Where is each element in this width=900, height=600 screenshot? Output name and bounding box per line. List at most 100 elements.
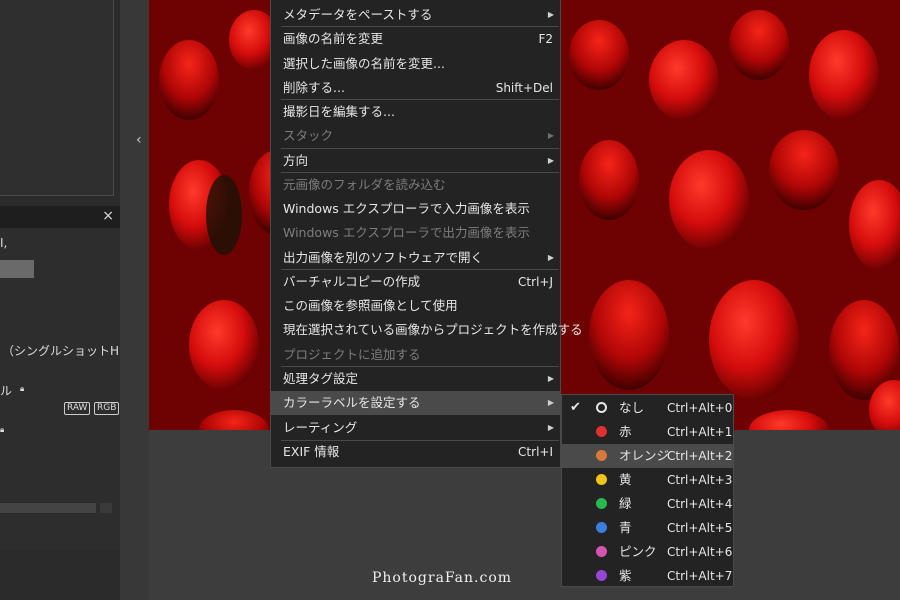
color-dot-icon: [596, 402, 607, 413]
submenu-arrow-icon: ▶: [547, 253, 554, 262]
tulip-shape: [709, 280, 799, 400]
color-label-item-4[interactable]: 緑 Ctrl+Alt+4: [562, 492, 733, 516]
horizontal-scrollbar[interactable]: [0, 503, 96, 513]
menu-item-label: 現在選択されている画像からプロジェクトを作成する: [283, 322, 583, 337]
menu-item-17[interactable]: レーティング ▶: [271, 416, 560, 440]
color-label-shortcut: Ctrl+Alt+3: [667, 473, 733, 487]
menu-item-shortcut: Ctrl+J: [518, 275, 553, 289]
lock-icon: 🔒︎: [20, 384, 25, 393]
scroll-right-button[interactable]: [100, 503, 112, 513]
panel-divider: [120, 0, 149, 600]
menu-item-10[interactable]: 出力画像を別のソフトウェアで開く ▶: [271, 246, 560, 270]
menu-item-12[interactable]: この画像を参照画像として使用: [271, 294, 560, 318]
menu-item-label: 選択した画像の名前を変更...: [283, 56, 445, 71]
color-label-item-5[interactable]: 青 Ctrl+Alt+5: [562, 516, 733, 540]
tulip-shape: [809, 30, 879, 120]
left-panel-label: ル: [0, 384, 13, 398]
color-label-shortcut: Ctrl+Alt+6: [667, 545, 733, 559]
color-label-shortcut: Ctrl+Alt+5: [667, 521, 733, 535]
tulip-shape: [729, 10, 789, 80]
checkmark-icon: ✔: [570, 400, 581, 415]
menu-item-label: 方向: [283, 153, 309, 168]
color-label-item-0[interactable]: ✔ なし Ctrl+Alt+0: [562, 396, 733, 420]
tulip-shadow: [206, 175, 242, 255]
tulip-shape: [769, 130, 839, 210]
menu-item-2[interactable]: 選択した画像の名前を変更...: [271, 52, 560, 76]
menu-item-label: プロジェクトに追加する: [283, 347, 421, 362]
rgb-tag: RGB: [94, 402, 120, 415]
menu-item-15[interactable]: 処理タグ設定 ▶: [271, 367, 560, 391]
menu-item-label: カラーラベルを設定する: [283, 395, 421, 410]
color-dot-icon: [596, 522, 607, 533]
tulip-shape: [649, 40, 719, 120]
color-label-shortcut: Ctrl+Alt+1: [667, 425, 733, 439]
color-dot-icon: [596, 546, 607, 557]
close-icon[interactable]: ×: [102, 208, 114, 224]
color-label-name: オレンジ: [619, 448, 670, 463]
color-dot-icon: [596, 426, 607, 437]
menu-item-5: スタック ▶: [271, 124, 560, 148]
menu-item-3[interactable]: 削除する... Shift+Del: [271, 76, 560, 100]
left-panel-selection-bar[interactable]: [0, 260, 34, 278]
submenu-arrow-icon: ▶: [547, 10, 554, 19]
submenu-arrow-icon: ▶: [547, 398, 554, 407]
menu-item-label: この画像を参照画像として使用: [283, 298, 458, 313]
menu-item-label: スタック: [283, 128, 334, 143]
menu-item-8[interactable]: Windows エクスプローラで入力画像を表示: [271, 197, 560, 221]
menu-item-shortcut: F2: [538, 32, 553, 46]
menu-item-label: 撮影日を編集する...: [283, 104, 395, 119]
menu-item-label: レーティング: [283, 420, 358, 435]
color-label-item-6[interactable]: ピンク Ctrl+Alt+6: [562, 540, 733, 564]
color-label-item-1[interactable]: 赤 Ctrl+Alt+1: [562, 420, 733, 444]
menu-item-label: Windows エクスプローラで入力画像を表示: [283, 201, 530, 216]
menu-item-18[interactable]: EXIF 情報 Ctrl+I: [271, 440, 560, 464]
color-label-item-7[interactable]: 紫 Ctrl+Alt+7: [562, 564, 733, 588]
color-label-name: 紫: [619, 568, 632, 583]
submenu-arrow-icon: ▶: [547, 131, 554, 140]
color-label-item-3[interactable]: 黄 Ctrl+Alt+3: [562, 468, 733, 492]
left-panel-header: ×: [0, 206, 120, 228]
left-panel-text: I,: [0, 236, 8, 250]
color-label-submenu: ✔ なし Ctrl+Alt+0 赤 Ctrl+Alt+1 オレンジ Ctrl+Alt+2 黄 C…: [561, 394, 734, 587]
color-label-name: 緑: [619, 496, 632, 511]
color-label-name: 青: [619, 520, 632, 535]
tulip-shape: [589, 280, 669, 390]
submenu-arrow-icon: ▶: [547, 423, 554, 432]
menu-item-11[interactable]: バーチャルコピーの作成 Ctrl+J: [271, 270, 560, 294]
color-label-shortcut: Ctrl+Alt+0: [667, 401, 733, 415]
color-label-name: 黄: [619, 472, 632, 487]
context-menu: メタデータをペーストする ▶ 画像の名前を変更 F2 選択した画像の名前を変更... 削除…: [270, 0, 583, 468]
color-label-shortcut: Ctrl+Alt+7: [667, 569, 733, 583]
collapse-panel-icon[interactable]: ‹: [136, 132, 142, 148]
menu-item-label: 元画像のフォルダを読み込む: [283, 177, 446, 192]
menu-item-1[interactable]: 画像の名前を変更 F2: [271, 27, 560, 51]
color-dot-icon: [596, 450, 607, 461]
color-dot-icon: [596, 570, 607, 581]
menu-item-shortcut: Shift+Del: [495, 81, 553, 95]
menu-item-label: 画像の名前を変更: [283, 31, 384, 46]
color-dot-icon: [596, 498, 607, 509]
menu-item-shortcut: Ctrl+I: [518, 445, 553, 459]
menu-item-9: Windows エクスプローラで出力画像を表示: [271, 221, 560, 245]
menu-item-label: メタデータをペーストする: [283, 7, 433, 22]
color-label-shortcut: Ctrl+Alt+4: [667, 497, 733, 511]
menu-item-7: 元画像のフォルダを読み込む: [271, 173, 560, 197]
menu-item-6[interactable]: 方向 ▶: [271, 149, 560, 173]
watermark: PhotograFan.com: [372, 570, 513, 586]
color-label-name: 赤: [619, 424, 632, 439]
menu-item-16[interactable]: カラーラベルを設定する ▶: [271, 391, 560, 415]
color-label-name: なし: [619, 400, 645, 415]
menu-item-label: 削除する...: [283, 80, 345, 95]
lock-icon: 🔒︎: [0, 425, 5, 434]
menu-item-4[interactable]: 撮影日を編集する...: [271, 100, 560, 124]
menu-item-0[interactable]: メタデータをペーストする ▶: [271, 3, 560, 27]
tulip-shape: [569, 20, 629, 90]
color-label-item-2[interactable]: オレンジ Ctrl+Alt+2: [562, 444, 733, 468]
tulip-shape: [669, 150, 749, 250]
left-panel: × I, （シングルショットHDR） ル 🔒︎ RAW RGB 🔒︎: [0, 0, 149, 600]
menu-item-label: バーチャルコピーの作成: [283, 274, 421, 289]
tulip-shape: [579, 140, 639, 220]
color-dot-icon: [596, 474, 607, 485]
menu-item-14: プロジェクトに追加する: [271, 343, 560, 367]
menu-item-13[interactable]: 現在選択されている画像からプロジェクトを作成する: [271, 318, 583, 342]
